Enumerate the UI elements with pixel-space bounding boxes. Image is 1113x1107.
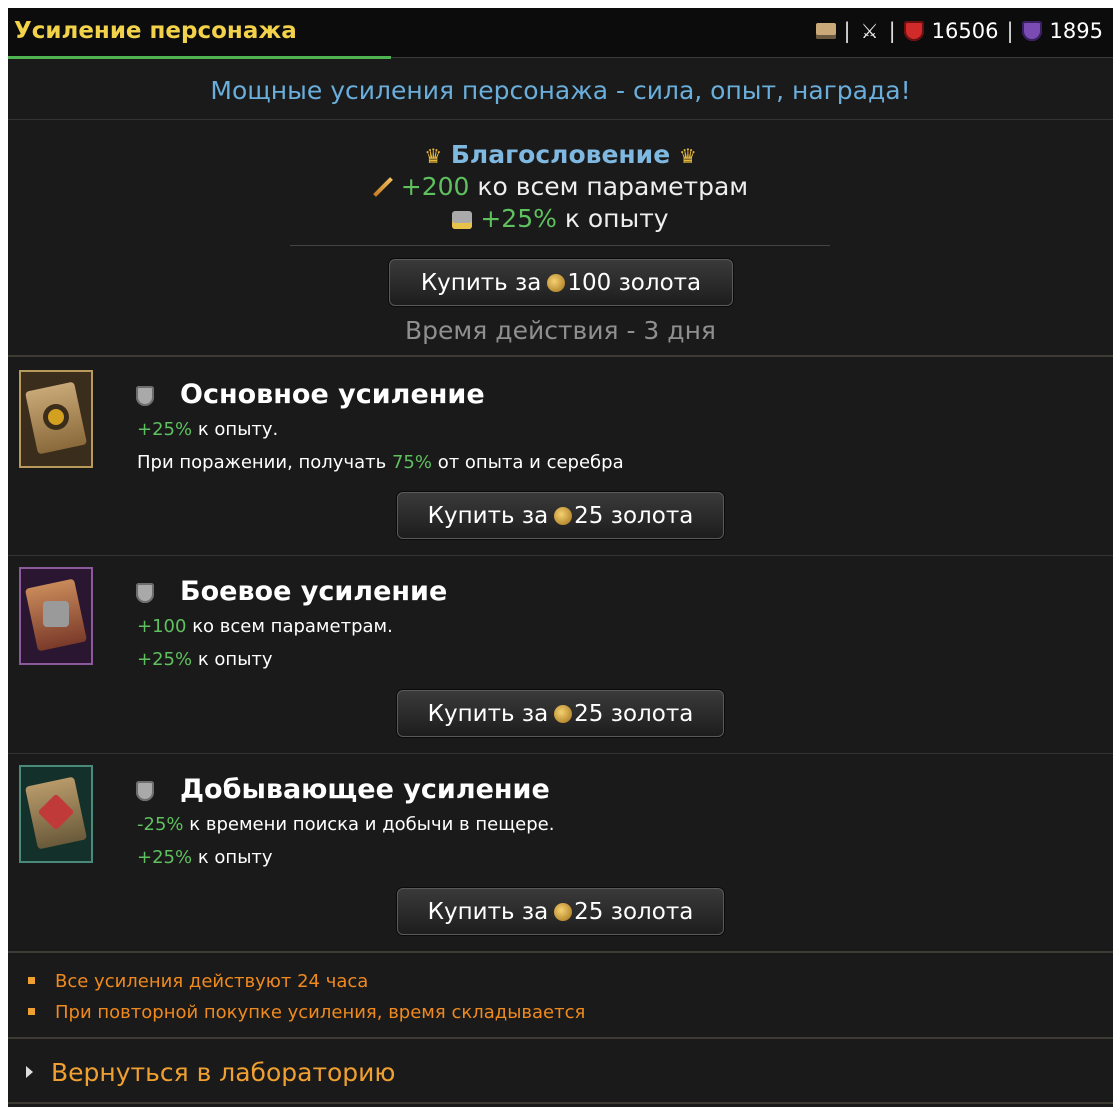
- boost-effect-line: +25% к опыту: [137, 649, 273, 670]
- shield-icon: [136, 781, 154, 801]
- header-bar: Усиление персонажа | ⚔ | 16506 | 1895: [8, 8, 1113, 59]
- buy-label: Купить за: [420, 269, 542, 296]
- crossed-swords-icon[interactable]: ⚔: [859, 20, 881, 42]
- mail-icon[interactable]: [815, 23, 836, 39]
- blessing-xp-line: +25% к опыту: [8, 204, 1113, 233]
- boost-effect-line: При поражении, получать 75% от опыта и с…: [137, 452, 624, 473]
- player-stats: | ⚔ | 16506 | 1895: [815, 19, 1103, 43]
- divider: [8, 951, 1113, 953]
- blessing-duration: Время действия - 3 дня: [405, 316, 716, 345]
- stats-separator: |: [1006, 19, 1014, 43]
- bullet-icon: [28, 1008, 35, 1015]
- boost-mining-image: [19, 765, 93, 863]
- buy-combat-boost-button[interactable]: Купить за 25 золота: [397, 690, 724, 737]
- buy-mining-boost-button[interactable]: Купить за 25 золота: [397, 888, 724, 935]
- bullet-icon: [28, 977, 35, 984]
- sword-icon: [373, 177, 393, 197]
- boost-effect-line: +100 ко всем параметрам.: [137, 616, 393, 637]
- blessing-xp-text: к опыту: [564, 204, 669, 233]
- boost-name: Основное усиление: [180, 379, 485, 410]
- divider: [8, 1102, 1113, 1104]
- health-value: 16506: [931, 19, 999, 43]
- back-to-lab-link[interactable]: Вернуться в лабораторию: [26, 1058, 395, 1087]
- buy-price: 100 золота: [567, 269, 702, 296]
- boost-page: Усиление персонажа | ⚔ | 16506 | 1895 Мо…: [8, 8, 1113, 1107]
- blessing-xp-value: +25%: [480, 204, 557, 233]
- note-item: При повторной покупке усиления, время ск…: [28, 1002, 585, 1023]
- blessing-params-value: +200: [400, 172, 470, 201]
- boost-basic-image: [19, 370, 93, 468]
- header-divider: [391, 57, 1113, 58]
- page-subtitle: Мощные усиления персонажа - сила, опыт, …: [210, 76, 911, 105]
- blessing-params-text: ко всем параметрам: [477, 172, 749, 201]
- divider: [8, 753, 1113, 754]
- boost-name: Боевое усиление: [180, 576, 448, 607]
- buy-blessing-button[interactable]: Купить за 100 золота: [389, 259, 733, 306]
- crown-icon: ♛: [424, 144, 443, 168]
- red-shield-icon: [903, 21, 924, 41]
- purple-shield-icon: [1021, 21, 1042, 41]
- divider: [8, 355, 1113, 357]
- shield-icon: [136, 583, 154, 603]
- crown-icon: ♛: [678, 144, 697, 168]
- arrow-right-icon: [26, 1066, 33, 1078]
- divider: [290, 245, 830, 246]
- gold-coin-icon: [554, 506, 573, 525]
- boost-effect-line: +25% к опыту: [137, 847, 273, 868]
- boost-combat-image: [19, 567, 93, 665]
- progress-underline: [8, 56, 391, 59]
- boost-effect-line: -25% к времени поиска и добычи в пещере.: [137, 814, 555, 835]
- gold-coin-icon: [547, 273, 566, 292]
- divider: [8, 555, 1113, 556]
- divider: [8, 119, 1113, 120]
- page-title: Усиление персонажа: [14, 18, 297, 44]
- energy-value: 1895: [1049, 19, 1103, 43]
- boost-name: Добывающее усиление: [180, 774, 550, 805]
- stats-separator: |: [888, 19, 896, 43]
- note-item: Все усиления действуют 24 часа: [28, 971, 368, 992]
- blessing-title-text: Благословение: [450, 140, 671, 169]
- buy-basic-boost-button[interactable]: Купить за 25 золота: [397, 492, 724, 539]
- gold-coin-icon: [554, 704, 573, 723]
- shield-icon: [136, 386, 154, 406]
- boost-effect-line: +25% к опыту.: [137, 419, 279, 440]
- stats-separator: |: [843, 19, 851, 43]
- gold-coin-icon: [554, 902, 573, 921]
- blessing-title: ♛ Благословение ♛: [8, 140, 1113, 169]
- experience-icon: [452, 211, 473, 229]
- divider: [8, 1037, 1113, 1039]
- blessing-params-line: +200 ко всем параметрам: [8, 172, 1113, 201]
